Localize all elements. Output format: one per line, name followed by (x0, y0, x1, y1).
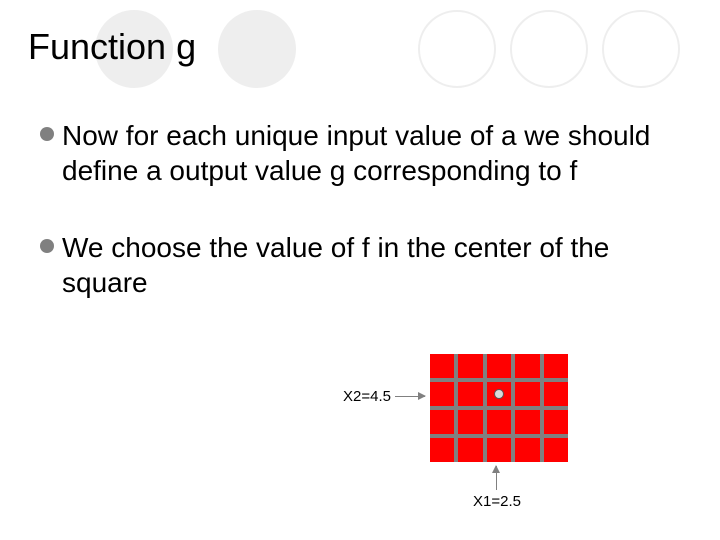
grid-cell (487, 354, 511, 378)
bullet-icon (40, 127, 54, 141)
deco-circle-outline (418, 10, 496, 88)
grid-cell (487, 382, 511, 406)
grid (430, 354, 568, 462)
list-item: Now for each unique input value of a we … (40, 118, 680, 188)
arrow-right-icon (395, 396, 425, 397)
deco-circle-filled (218, 10, 296, 88)
grid-cell (430, 382, 454, 406)
center-marker-icon (494, 389, 504, 399)
grid-cell (458, 382, 482, 406)
grid-cell (487, 438, 511, 462)
grid-cell (430, 410, 454, 434)
bullet-list: Now for each unique input value of a we … (40, 118, 680, 342)
grid-cell (458, 354, 482, 378)
grid-cell (544, 410, 568, 434)
grid-cell (515, 438, 539, 462)
grid-cell (515, 410, 539, 434)
grid-cell (430, 438, 454, 462)
slide-title: Function g (28, 26, 196, 68)
arrow-up-icon (496, 466, 497, 490)
grid-cell (458, 438, 482, 462)
grid-cell (487, 410, 511, 434)
x2-annotation: X2=4.5 (343, 388, 425, 405)
x1-annotation: X1=2.5 (473, 466, 521, 510)
list-item: We choose the value of f in the center o… (40, 230, 680, 300)
bullet-icon (40, 239, 54, 253)
grid-cell (544, 354, 568, 378)
bullet-text: We choose the value of f in the center o… (62, 230, 680, 300)
grid-cell (544, 438, 568, 462)
grid-cell (430, 354, 454, 378)
deco-circle-outline (602, 10, 680, 88)
bullet-text: Now for each unique input value of a we … (62, 118, 680, 188)
grid-cell (544, 382, 568, 406)
grid-figure (430, 354, 568, 462)
grid-cell (515, 382, 539, 406)
grid-cell (515, 354, 539, 378)
x2-label: X2=4.5 (343, 388, 391, 405)
deco-circle-outline (510, 10, 588, 88)
x1-label: X1=2.5 (473, 493, 521, 510)
grid-cell (458, 410, 482, 434)
